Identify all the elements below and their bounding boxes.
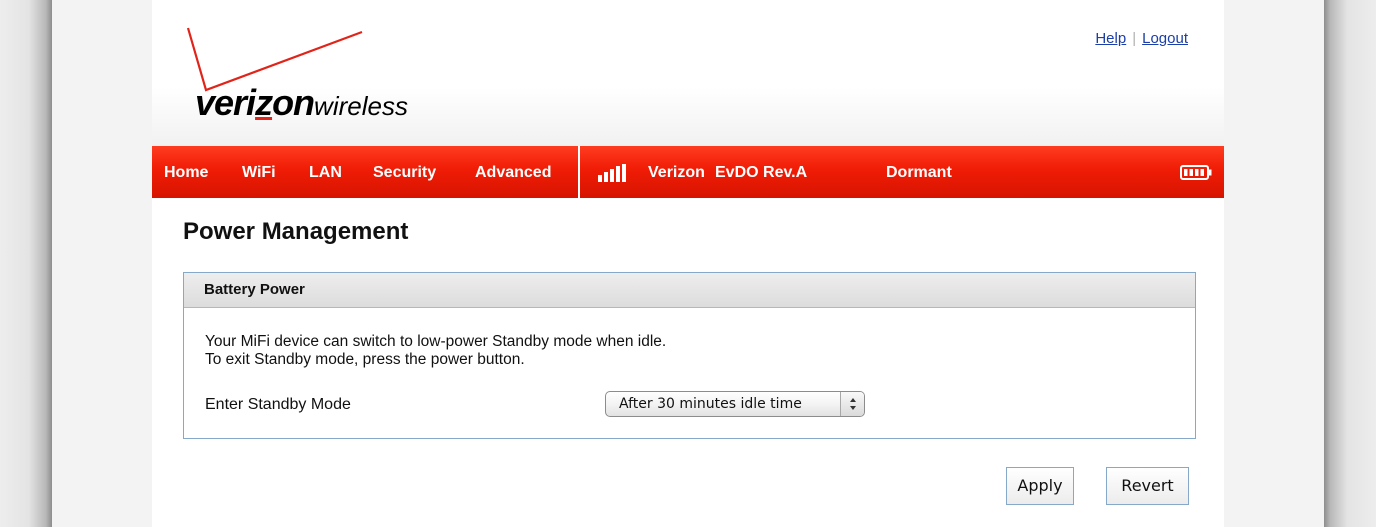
nav-item-advanced[interactable]: Advanced — [475, 146, 551, 198]
verizon-logo: verizonwireless — [195, 82, 408, 124]
window-shadow-left — [0, 0, 52, 527]
nav-item-home[interactable]: Home — [164, 146, 208, 198]
nav-item-wifi[interactable]: WiFi — [242, 146, 276, 198]
main-content: verizonwireless Help | Logout Home WiFi LA… — [152, 0, 1224, 527]
description-line-1: Your MiFi device can switch to low-power… — [205, 333, 667, 350]
apply-button[interactable]: Apply — [1006, 467, 1074, 505]
battery-power-panel: Battery Power Your MiFi device can switc… — [183, 272, 1196, 439]
logo-wireless: wireless — [314, 91, 408, 121]
standby-mode-select[interactable]: After 30 minutes idle time — [605, 391, 865, 417]
nav-item-lan[interactable]: LAN — [309, 146, 342, 198]
logout-link[interactable]: Logout — [1142, 30, 1188, 47]
page-title: Power Management — [183, 218, 409, 245]
standby-mode-label: Enter Standby Mode — [205, 396, 351, 413]
nav-divider — [578, 146, 580, 198]
carrier-name: Verizon — [648, 164, 705, 181]
nav-item-security[interactable]: Security — [373, 146, 436, 198]
description-line-2: To exit Standby mode, press the power bu… — [205, 351, 525, 368]
standby-mode-value: After 30 minutes idle time — [619, 396, 802, 412]
network-type: EvDO Rev.A — [715, 164, 808, 181]
link-separator: | — [1132, 30, 1137, 47]
panel-heading: Battery Power — [184, 273, 1195, 308]
top-links: Help | Logout — [1095, 30, 1188, 47]
connection-status: Dormant — [886, 164, 952, 181]
help-link[interactable]: Help — [1095, 30, 1126, 47]
panel-description: Your MiFi device can switch to low-power… — [205, 333, 666, 369]
nav-bar: Home WiFi LAN Security Advanced Verizon … — [152, 146, 1224, 198]
window-shadow-right — [1324, 0, 1376, 527]
logo-word-z: z — [255, 82, 273, 123]
logo-word-suffix: on — [272, 82, 315, 123]
revert-button[interactable]: Revert — [1106, 467, 1189, 505]
header: verizonwireless Help | Logout — [152, 0, 1224, 146]
battery-icon — [1180, 165, 1212, 180]
select-arrows-icon — [840, 392, 864, 416]
signal-bars-icon — [598, 164, 626, 182]
logo-word-prefix: veri — [195, 82, 256, 123]
